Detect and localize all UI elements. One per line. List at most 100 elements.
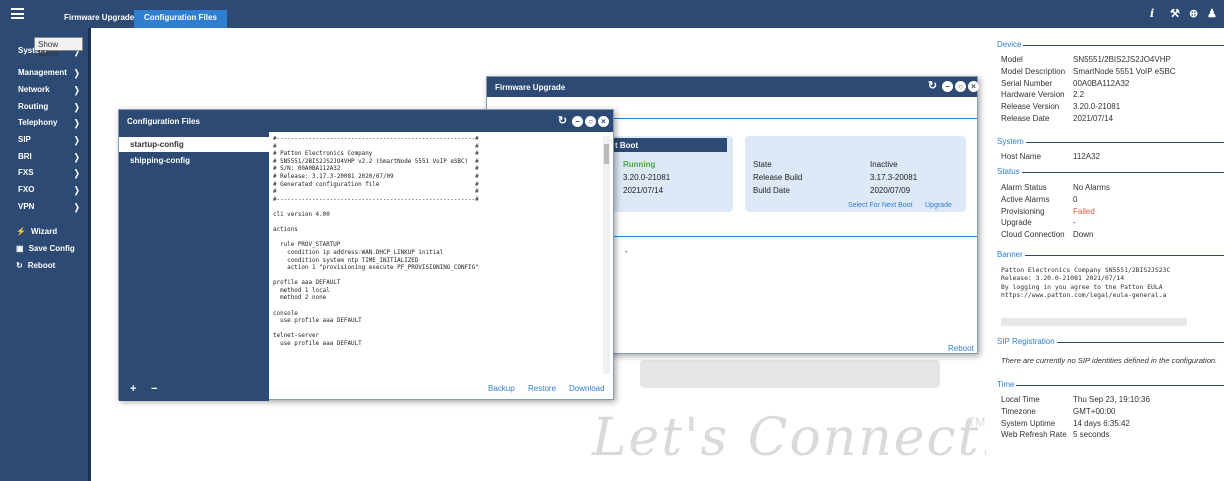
save-icon: ▣ <box>16 244 24 253</box>
section-title: Time <box>992 380 1017 389</box>
device-label: Model Description <box>1001 66 1066 76</box>
sidebar-item-label: Telephony <box>18 118 58 127</box>
banner-scrollbar[interactable] <box>1001 318 1187 326</box>
boot-state: Running <box>623 160 656 169</box>
add-file-button[interactable]: + <box>130 383 136 395</box>
alternate-boot-box: State Inactive Release Build 3.17.3-2008… <box>745 136 966 212</box>
user-icon[interactable]: ♟ <box>1207 7 1217 20</box>
sidebar-item-fxs[interactable]: FXS <box>18 168 34 177</box>
time-label: Web Refresh Rate <box>1001 430 1067 440</box>
sidebar-item-management[interactable]: Management <box>18 68 67 77</box>
wand-icon: ⚡ <box>16 227 26 236</box>
boot-release: 3.20.0-21081 <box>623 173 671 182</box>
tab-firmware-upgrade[interactable]: Firmware Upgrade <box>58 10 140 28</box>
tab-configuration-files[interactable]: Configuration Files <box>134 10 227 28</box>
device-value: 2021/07/14 <box>1073 114 1114 123</box>
status-dash: - <box>625 247 628 256</box>
chevron-right-icon[interactable]: ❭ <box>73 152 81 163</box>
download-button[interactable]: Download <box>569 384 605 393</box>
file-shipping-config[interactable]: shipping-config <box>130 156 190 165</box>
maximize-icon[interactable]: ○ <box>585 116 596 127</box>
top-bar: Firmware Upgrade Configuration Files i ⚒… <box>0 0 1224 28</box>
build-date-label: Build Date <box>753 186 790 195</box>
minimize-icon[interactable]: − <box>942 81 953 92</box>
config-file-content[interactable]: #---------------------------------------… <box>273 136 603 372</box>
state-label: State <box>753 160 772 169</box>
help-icon[interactable]: ⊕ <box>1189 7 1198 20</box>
backup-button[interactable]: Backup <box>488 384 515 393</box>
device-label: Hardware Version <box>1001 90 1065 100</box>
info-icon[interactable]: i <box>1150 7 1154 20</box>
status-value: - <box>1073 218 1076 228</box>
chevron-right-icon[interactable]: ❭ <box>73 85 81 96</box>
device-value: SmartNode 5551 VoIP eSBC <box>1073 66 1176 76</box>
boot-date: 2021/07/14 <box>623 186 664 195</box>
device-label: Model <box>1001 55 1023 64</box>
chevron-right-icon[interactable]: ❭ <box>73 135 81 146</box>
sidebar-item-vpn[interactable]: VPN <box>18 202 34 211</box>
upgrade-link[interactable]: Upgrade <box>925 202 952 209</box>
reboot-link[interactable]: Reboot <box>948 344 974 353</box>
show-menu-tooltip: Show Menu <box>34 37 83 58</box>
device-label: Release Date <box>1001 114 1050 123</box>
system-value: 112A32 <box>1073 152 1100 161</box>
sidebar-item-sip[interactable]: SIP <box>18 135 31 144</box>
status-label: Upgrade <box>1001 218 1032 228</box>
restore-button[interactable]: Restore <box>528 384 556 393</box>
section-header: System <box>992 137 1224 146</box>
sidebar-item-bri[interactable]: BRI <box>18 152 32 161</box>
info-panel: Device Model SN5551/2BIS2JS2JO4VHP Model De… <box>986 28 1224 481</box>
status-value: Failed <box>1073 206 1095 216</box>
refresh-icon[interactable]: ↻ <box>927 81 938 92</box>
sidebar-item-routing[interactable]: Routing <box>18 102 48 111</box>
sidebar-item-save-config[interactable]: ▣ Save Config <box>16 244 75 253</box>
section-title: Status <box>992 167 1022 176</box>
time-value: Thu Sep 23, 19:10:36 <box>1073 395 1150 404</box>
sidebar-item-fxo[interactable]: FXO <box>18 185 34 194</box>
config-scrollbar[interactable] <box>603 136 610 374</box>
chevron-right-icon[interactable]: ❭ <box>73 118 81 129</box>
sidebar-item-label: Network <box>18 85 50 94</box>
close-icon[interactable]: × <box>968 81 979 92</box>
section-title: System <box>992 137 1026 146</box>
sidebar-item-label: Reboot <box>27 261 56 270</box>
select-next-boot-link[interactable]: Select For Next Boot <box>848 202 913 209</box>
chevron-right-icon[interactable]: ❭ <box>73 168 81 179</box>
status-value: Down <box>1073 230 1094 240</box>
chevron-right-icon[interactable]: ❭ <box>73 202 81 213</box>
sidebar-item-label: SIP <box>18 135 31 144</box>
remove-file-button[interactable]: − <box>151 383 157 395</box>
state-value: Inactive <box>870 160 898 169</box>
system-label: Host Name <box>1001 152 1042 161</box>
section-header: Device <box>992 40 1224 49</box>
time-value: 14 days 6:35:42 <box>1073 418 1130 428</box>
sidebar-item-label: VPN <box>18 202 35 211</box>
menu-icon[interactable] <box>11 8 24 19</box>
sidebar-item-telephony[interactable]: Telephony <box>18 118 57 127</box>
sidebar-item-wizard[interactable]: ⚡ Wizard <box>16 227 57 236</box>
sidebar-item-label: Management <box>18 68 67 77</box>
current-boot-box: t Boot Running 3.20.0-21081 2021/07/14 <box>609 136 733 212</box>
sidebar-item-reboot[interactable]: ↻ Reboot <box>16 261 55 270</box>
chevron-right-icon[interactable]: ❭ <box>73 102 81 113</box>
sidebar-item-label: Save Config <box>28 244 75 253</box>
chevron-right-icon[interactable]: ❭ <box>73 68 81 79</box>
device-value: SN5551/2BIS2JS2JO4VHP <box>1073 55 1171 64</box>
watermark-logo <box>640 360 940 388</box>
section-title: SIP Registration <box>992 337 1057 346</box>
chevron-right-icon[interactable]: ❭ <box>73 185 81 196</box>
sidebar-item-network[interactable]: Network <box>18 85 50 94</box>
minimize-icon[interactable]: − <box>572 116 583 127</box>
file-startup-config[interactable]: startup-config <box>119 137 269 152</box>
close-icon[interactable]: × <box>598 116 609 127</box>
sidebar: System ❭ Management ❭ Network ❭ Routing ❭ Teleph… <box>0 28 91 481</box>
banner-text: Patton Electronics Company SN5551/2BIS2J… <box>1001 266 1171 300</box>
status-value: 0 <box>1073 194 1078 204</box>
device-value: 2.2 <box>1073 90 1085 100</box>
wrench-icon[interactable]: ⚒ <box>1170 7 1180 20</box>
status-label: Active Alarms <box>1001 194 1050 204</box>
config-file-list: startup-config shipping-config + − <box>119 132 269 401</box>
refresh-icon[interactable]: ↻ <box>557 116 568 127</box>
sidebar-item-label: BRI <box>18 152 32 161</box>
maximize-icon[interactable]: ○ <box>955 81 966 92</box>
